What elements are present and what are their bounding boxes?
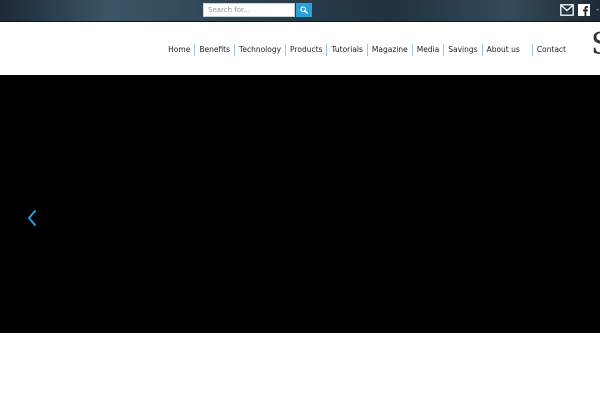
nav-item-benefits[interactable]: Benefits — [194, 44, 234, 56]
search-box — [203, 3, 295, 17]
content-area — [0, 333, 600, 400]
nav-item-technology[interactable]: Technology — [234, 44, 285, 56]
site-logo[interactable]: S — [591, 30, 600, 60]
facebook-icon[interactable] — [578, 4, 590, 16]
search-icon — [300, 6, 308, 14]
nav-item-media[interactable]: Media — [411, 44, 444, 56]
mail-icon[interactable] — [560, 4, 574, 16]
page: - Home Benefits Technology Products Tuto… — [0, 0, 600, 400]
nav-item-contact[interactable]: Contact — [531, 44, 570, 56]
nav-item-magazine[interactable]: Magazine — [366, 44, 412, 56]
top-bar: - — [0, 0, 600, 22]
nav-item-tutorials[interactable]: Tutorials — [326, 44, 366, 56]
nav-item-about-us[interactable]: About us — [481, 44, 524, 56]
nav-item-savings[interactable]: Savings — [443, 44, 481, 56]
main-nav: Home Benefits Technology Products Tutori… — [164, 44, 570, 56]
hero-slider — [0, 75, 600, 333]
site-header: Home Benefits Technology Products Tutori… — [0, 22, 600, 75]
chevron-left-icon[interactable] — [26, 209, 38, 227]
topbar-trailing-mark: - — [596, 5, 600, 15]
search-input[interactable] — [204, 4, 294, 16]
search-button[interactable] — [296, 3, 312, 17]
nav-item-products[interactable]: Products — [285, 44, 326, 56]
nav-item-home[interactable]: Home — [164, 44, 194, 56]
